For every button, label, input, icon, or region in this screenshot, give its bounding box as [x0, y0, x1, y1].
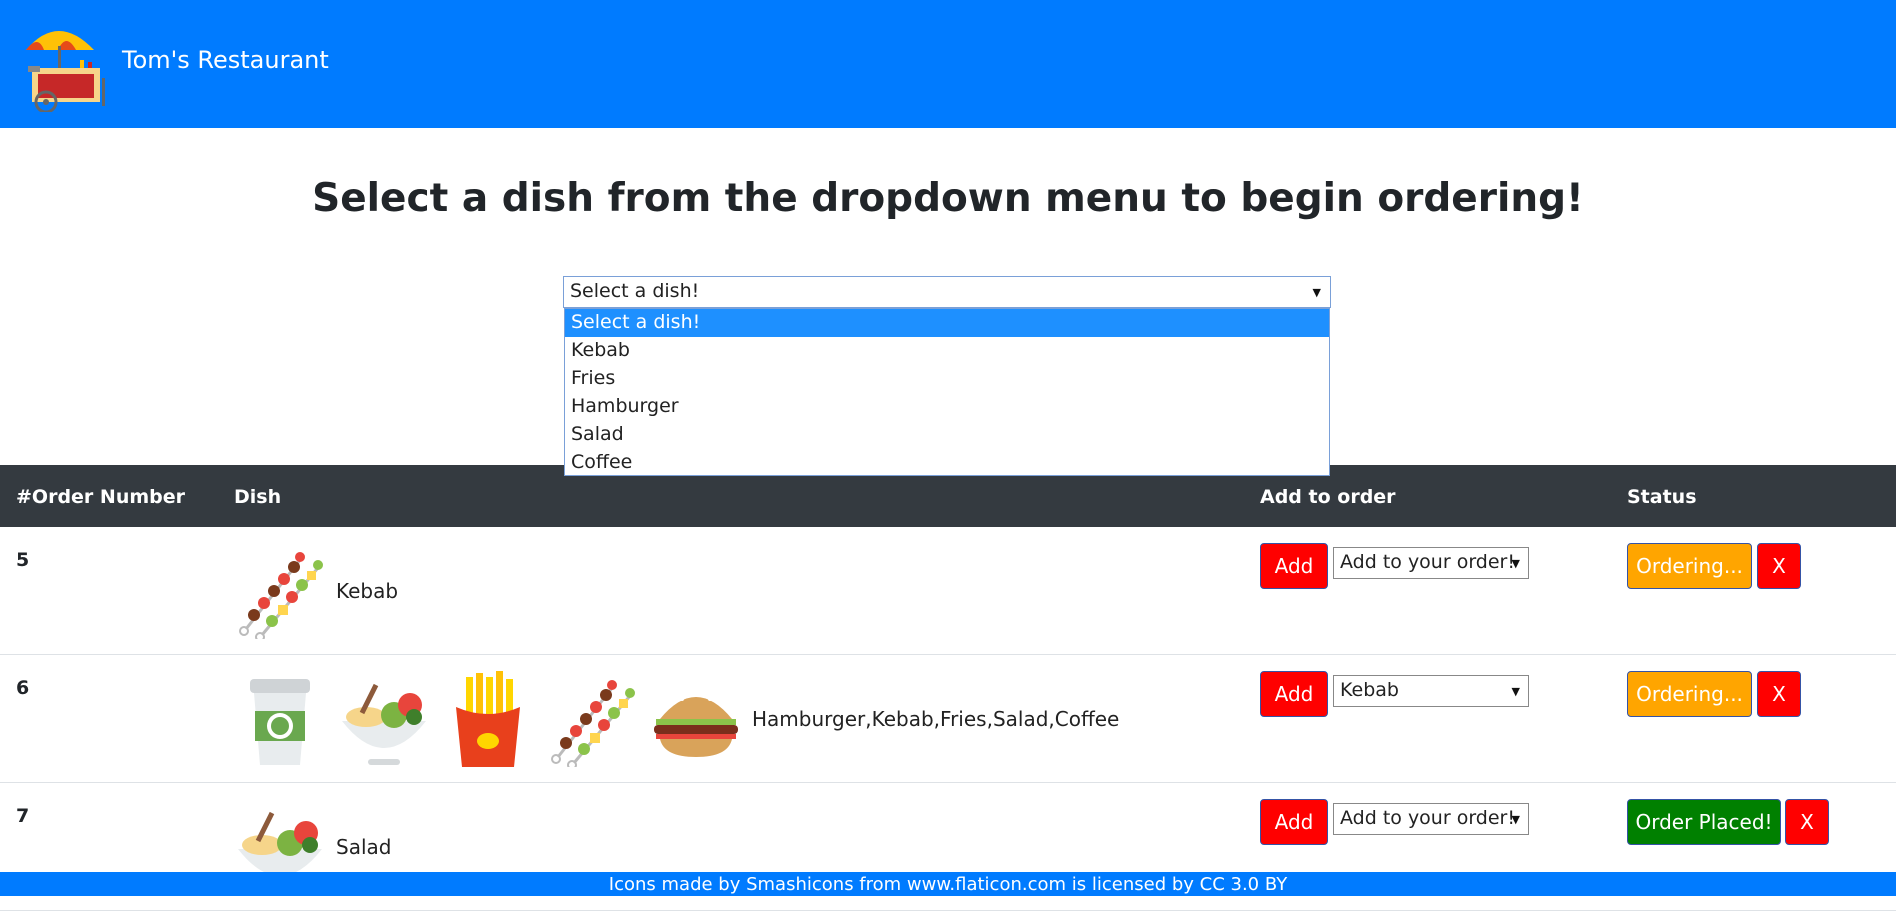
dish-option-fries[interactable]: Fries — [565, 365, 1329, 393]
status-button[interactable]: Ordering... — [1627, 671, 1752, 717]
chevron-down-icon: ▼ — [1511, 813, 1520, 826]
salad-icon — [336, 671, 432, 767]
footer-attribution: Icons made by Smashicons from www.flatic… — [0, 872, 1896, 896]
dish-cell: Hamburger,Kebab,Fries,Salad,Coffee — [232, 667, 1119, 771]
add-to-order-value: Add to your order! — [1340, 551, 1515, 573]
add-to-order-select[interactable]: Add to your order! ▼ — [1333, 547, 1529, 579]
coffee-icon — [232, 671, 328, 767]
header-dish: Dish — [234, 486, 282, 508]
remove-order-button[interactable]: X — [1757, 671, 1801, 717]
add-button[interactable]: Add — [1260, 799, 1328, 845]
add-button[interactable]: Add — [1260, 671, 1328, 717]
chevron-down-icon: ▼ — [1511, 685, 1520, 698]
add-to-order-value: Kebab — [1340, 679, 1399, 701]
chevron-down-icon: ▼ — [1312, 286, 1321, 299]
kebab-icon — [544, 671, 640, 771]
dish-dropdown-list: Select a dish! Kebab Fries Hamburger Sal… — [564, 308, 1330, 476]
dish-names: Hamburger,Kebab,Fries,Salad,Coffee — [752, 707, 1120, 731]
page-heading: Select a dish from the dropdown menu to … — [312, 176, 1584, 221]
dish-select-value: Select a dish! — [570, 280, 700, 302]
chevron-down-icon: ▼ — [1511, 557, 1520, 570]
order-number: 7 — [16, 805, 30, 827]
dish-option-salad[interactable]: Salad — [565, 421, 1329, 449]
dish-option-kebab[interactable]: Kebab — [565, 337, 1329, 365]
kebab-icon — [232, 543, 328, 643]
remove-order-button[interactable]: X — [1785, 799, 1829, 845]
dish-option-coffee[interactable]: Coffee — [565, 449, 1329, 477]
table-row: 5 Kebab Add Add to your order! ▼ Orderin… — [0, 527, 1896, 655]
add-to-order-select[interactable]: Add to your order! ▼ — [1333, 803, 1529, 835]
remove-order-button[interactable]: X — [1757, 543, 1801, 589]
order-number: 6 — [16, 677, 30, 699]
hamburger-icon — [648, 671, 744, 767]
dish-names: Salad — [336, 835, 392, 859]
dish-option-hamburger[interactable]: Hamburger — [565, 393, 1329, 421]
dish-cell: Kebab — [232, 539, 398, 643]
order-number: 5 — [16, 549, 30, 571]
table-row: 6 Hamburger,Kebab,Fries,Salad,Coffee Add… — [0, 655, 1896, 783]
header-order-number: #Order Number — [16, 486, 185, 508]
brand-name[interactable]: Tom's Restaurant — [122, 46, 329, 74]
header-status: Status — [1627, 486, 1697, 508]
add-to-order-select[interactable]: Kebab ▼ — [1333, 675, 1529, 707]
add-button[interactable]: Add — [1260, 543, 1328, 589]
fries-icon — [440, 671, 536, 767]
header-add-to-order: Add to order — [1260, 486, 1396, 508]
status-button[interactable]: Order Placed! — [1627, 799, 1781, 845]
dish-option-select[interactable]: Select a dish! — [565, 309, 1329, 337]
navbar: Tom's Restaurant — [0, 0, 1896, 128]
status-button[interactable]: Ordering... — [1627, 543, 1752, 589]
dish-names: Kebab — [336, 579, 399, 603]
dish-select[interactable]: Select a dish! ▼ — [563, 276, 1331, 308]
add-to-order-value: Add to your order! — [1340, 807, 1515, 829]
food-cart-logo-icon[interactable] — [18, 16, 118, 114]
